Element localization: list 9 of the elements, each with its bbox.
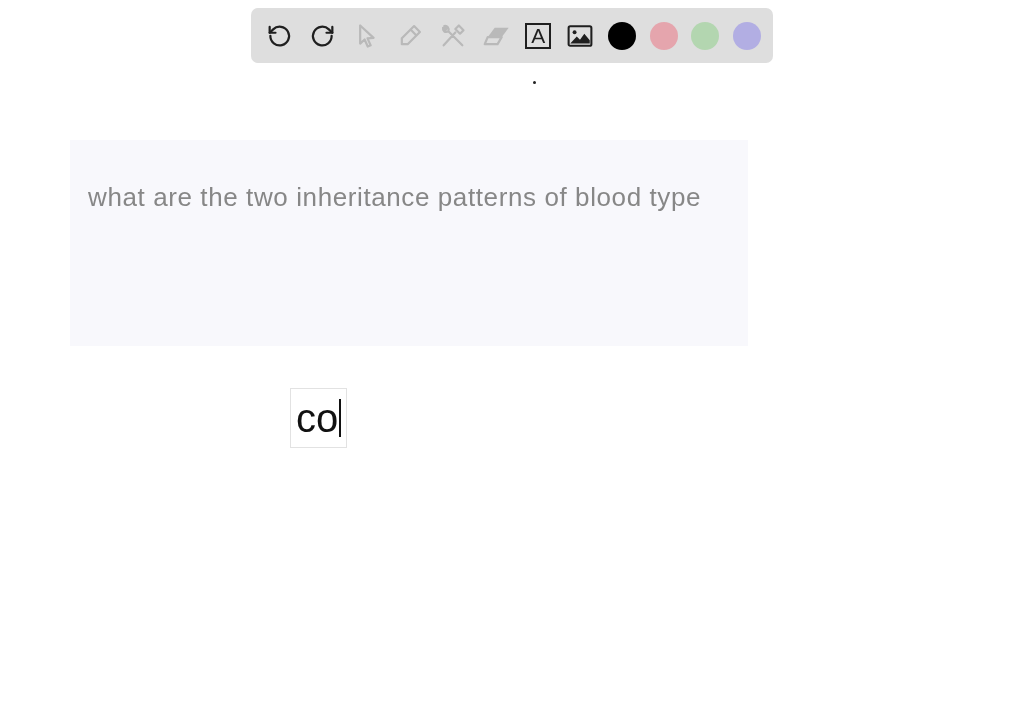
color-swatch-icon[interactable] bbox=[732, 21, 761, 50]
dot-icon bbox=[533, 81, 536, 84]
color-swatch-icon[interactable] bbox=[649, 21, 678, 50]
text-input-field[interactable]: co bbox=[290, 388, 347, 448]
question-text: what are the two inheritance patterns of blood type bbox=[88, 181, 702, 214]
color-swatch-icon[interactable] bbox=[608, 21, 637, 50]
color-swatch-icon[interactable] bbox=[691, 21, 720, 50]
text-tool-button[interactable]: A bbox=[525, 22, 552, 49]
text-cursor-icon bbox=[339, 399, 342, 437]
